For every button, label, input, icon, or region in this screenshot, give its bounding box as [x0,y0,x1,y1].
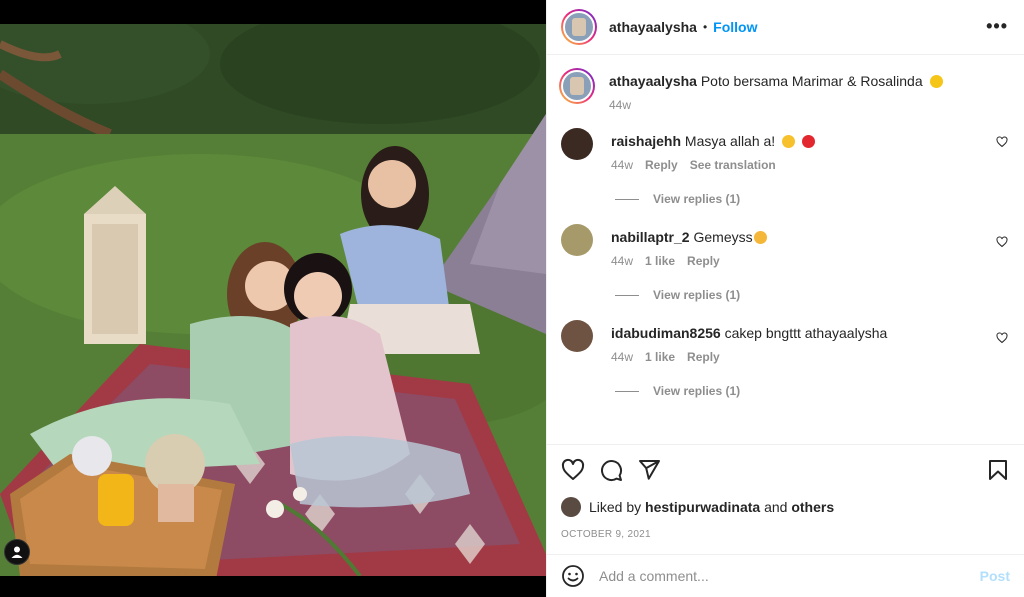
comment-username[interactable]: nabillaptr_2 [611,229,690,245]
comment-meta: 44w Reply See translation [611,158,1010,172]
caption-text-line: athayaalysha Poto bersama Marimar & Rosa… [609,68,1010,90]
view-replies-button[interactable]: View replies (1) [615,192,1010,206]
comment-likes[interactable]: 1 like [645,254,675,268]
comment-time[interactable]: 44w [611,158,633,172]
bookmark-save-icon[interactable] [986,458,1010,482]
liker-avatar[interactable] [561,497,581,517]
liked-by-prefix: Liked by [589,499,642,515]
caption-avatar-image [561,70,593,102]
likes-summary: Liked by hestipurwadinata and others [561,497,1010,517]
commenter-avatar[interactable] [561,224,593,256]
caption-author[interactable]: athayaalysha [609,73,697,89]
view-replies-label: View replies (1) [653,288,741,302]
author-avatar-image [563,11,595,43]
view-replies-button[interactable]: View replies (1) [615,288,1010,302]
like-comment-heart-icon[interactable] [996,236,1008,248]
post-actions: Liked by hestipurwadinata and others OCT… [547,444,1024,554]
like-comment-heart-icon[interactable] [996,332,1008,344]
more-options-button[interactable]: ••• [986,16,1008,37]
post-sidebar: athayaalysha • Follow ••• athayaalysha P… [546,0,1024,597]
caption-time[interactable]: 44w [609,98,631,112]
caption-text: Poto bersama Marimar & Rosalinda [700,73,923,89]
comment-username[interactable]: raishajehh [611,133,681,149]
commenter-avatar[interactable] [561,128,593,160]
photo-illustration [0,24,546,576]
caption: athayaalysha Poto bersama Marimar & Rosa… [559,56,1010,112]
emoji-smiley-icon[interactable] [561,564,585,588]
red-heart-emoji-icon [801,135,815,148]
add-comment-bar: Post [547,554,1024,597]
comment-item: idabudiman8256 cakep bngttt athayaalysha… [561,308,1010,364]
header-separator: • [702,20,708,34]
action-bar [561,445,1010,493]
comment-text-line: raishajehh Masya allah a! [611,128,1010,150]
reply-button[interactable]: Reply [687,254,720,268]
comment-text-line: idabudiman8256 cakep bngttt athayaalysha [611,320,1010,342]
comment-time[interactable]: 44w [611,350,633,364]
share-send-icon[interactable] [637,458,661,482]
comment-item: nabillaptr_2 Gemeyss 44w 1 like Reply [561,212,1010,268]
likes-others-link[interactable]: others [791,499,834,515]
caption-meta: 44w [609,98,1010,112]
user-icon [11,546,23,558]
like-comment-heart-icon[interactable] [996,136,1008,148]
post-date[interactable]: OCTOBER 9, 2021 [561,529,1010,540]
comment-username[interactable]: idabudiman8256 [611,325,721,341]
post-photo[interactable] [0,24,546,576]
author-username[interactable]: athayaalysha [609,19,697,35]
heart-eyes-emoji-icon [782,135,796,148]
comment-text: Gemeyss [693,229,753,245]
comment-meta: 44w 1 like Reply [611,254,1010,268]
replies-divider [615,294,639,296]
tagged-user-button[interactable] [4,539,30,565]
view-replies-label: View replies (1) [653,384,741,398]
instagram-post-view: athayaalysha • Follow ••• athayaalysha P… [0,0,1024,597]
replies-divider [615,390,639,392]
see-translation-button[interactable]: See translation [690,158,776,172]
comment-time[interactable]: 44w [611,254,633,268]
view-replies-button[interactable]: View replies (1) [615,384,1010,398]
follow-button[interactable]: Follow [713,19,757,35]
commenter-avatar[interactable] [561,320,593,352]
replies-divider [615,198,639,200]
liker-username[interactable]: hestipurwadinata [645,499,760,515]
sunflower-icon [929,75,943,88]
comments-list[interactable]: athayaalysha Poto bersama Marimar & Rosa… [547,56,1024,444]
reply-button[interactable]: Reply [645,158,678,172]
comment-item: raishajehh Masya allah a! 44w Reply See … [561,112,1010,172]
post-header: athayaalysha • Follow ••• [547,0,1024,55]
like-heart-icon[interactable] [561,458,585,482]
comment-meta: 44w 1 like Reply [611,350,1010,364]
caption-avatar[interactable] [559,68,595,104]
comment-text-line: nabillaptr_2 Gemeyss [611,224,1010,246]
likes-and: and [764,499,788,515]
smiling-face-emoji-icon [753,231,767,244]
comment-likes[interactable]: 1 like [645,350,675,364]
view-replies-label: View replies (1) [653,192,741,206]
post-comment-button[interactable]: Post [980,568,1010,584]
reply-button[interactable]: Reply [687,350,720,364]
comment-text: cakep bngttt athayaalysha [724,325,888,341]
post-media [0,0,546,597]
comment-bubble-icon[interactable] [599,458,623,482]
author-avatar[interactable] [561,9,597,45]
comment-text: Masya allah a! [684,133,776,149]
comment-input[interactable] [599,568,980,584]
